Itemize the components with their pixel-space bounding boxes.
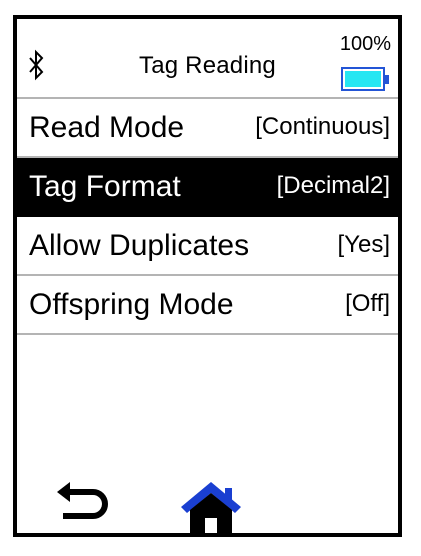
menu-item-label: Allow Duplicates [29, 229, 250, 262]
battery-percent: 100% [339, 33, 391, 55]
menu-item-label: Tag Format [29, 170, 181, 203]
battery-fill [345, 71, 381, 87]
menu-item-tag-format[interactable]: Tag Format [Decimal2] [17, 158, 398, 217]
device-screen: Tag Reading 100% Read Mode [Continuous] … [13, 15, 402, 537]
battery-icon [341, 67, 389, 91]
home-icon[interactable] [180, 479, 242, 535]
status-header: Tag Reading 100% [17, 19, 398, 99]
menu-item-allow-duplicates[interactable]: Allow Duplicates [Yes] [17, 217, 398, 276]
menu-item-value: [Continuous] [255, 113, 390, 140]
menu-item-read-mode[interactable]: Read Mode [Continuous] [17, 99, 398, 158]
battery-tip [385, 75, 389, 84]
battery-body [341, 67, 385, 91]
menu-item-value: [Decimal2] [276, 172, 390, 199]
menu-item-value: [Yes] [337, 231, 391, 258]
menu-item-label: Offspring Mode [29, 288, 234, 321]
menu-item-offspring-mode[interactable]: Offspring Mode [Off] [17, 276, 398, 335]
settings-menu: Read Mode [Continuous] Tag Format [Decim… [17, 99, 398, 335]
menu-item-label: Read Mode [29, 111, 185, 144]
menu-item-value: [Off] [345, 290, 390, 317]
back-arrow-icon[interactable] [57, 481, 109, 523]
